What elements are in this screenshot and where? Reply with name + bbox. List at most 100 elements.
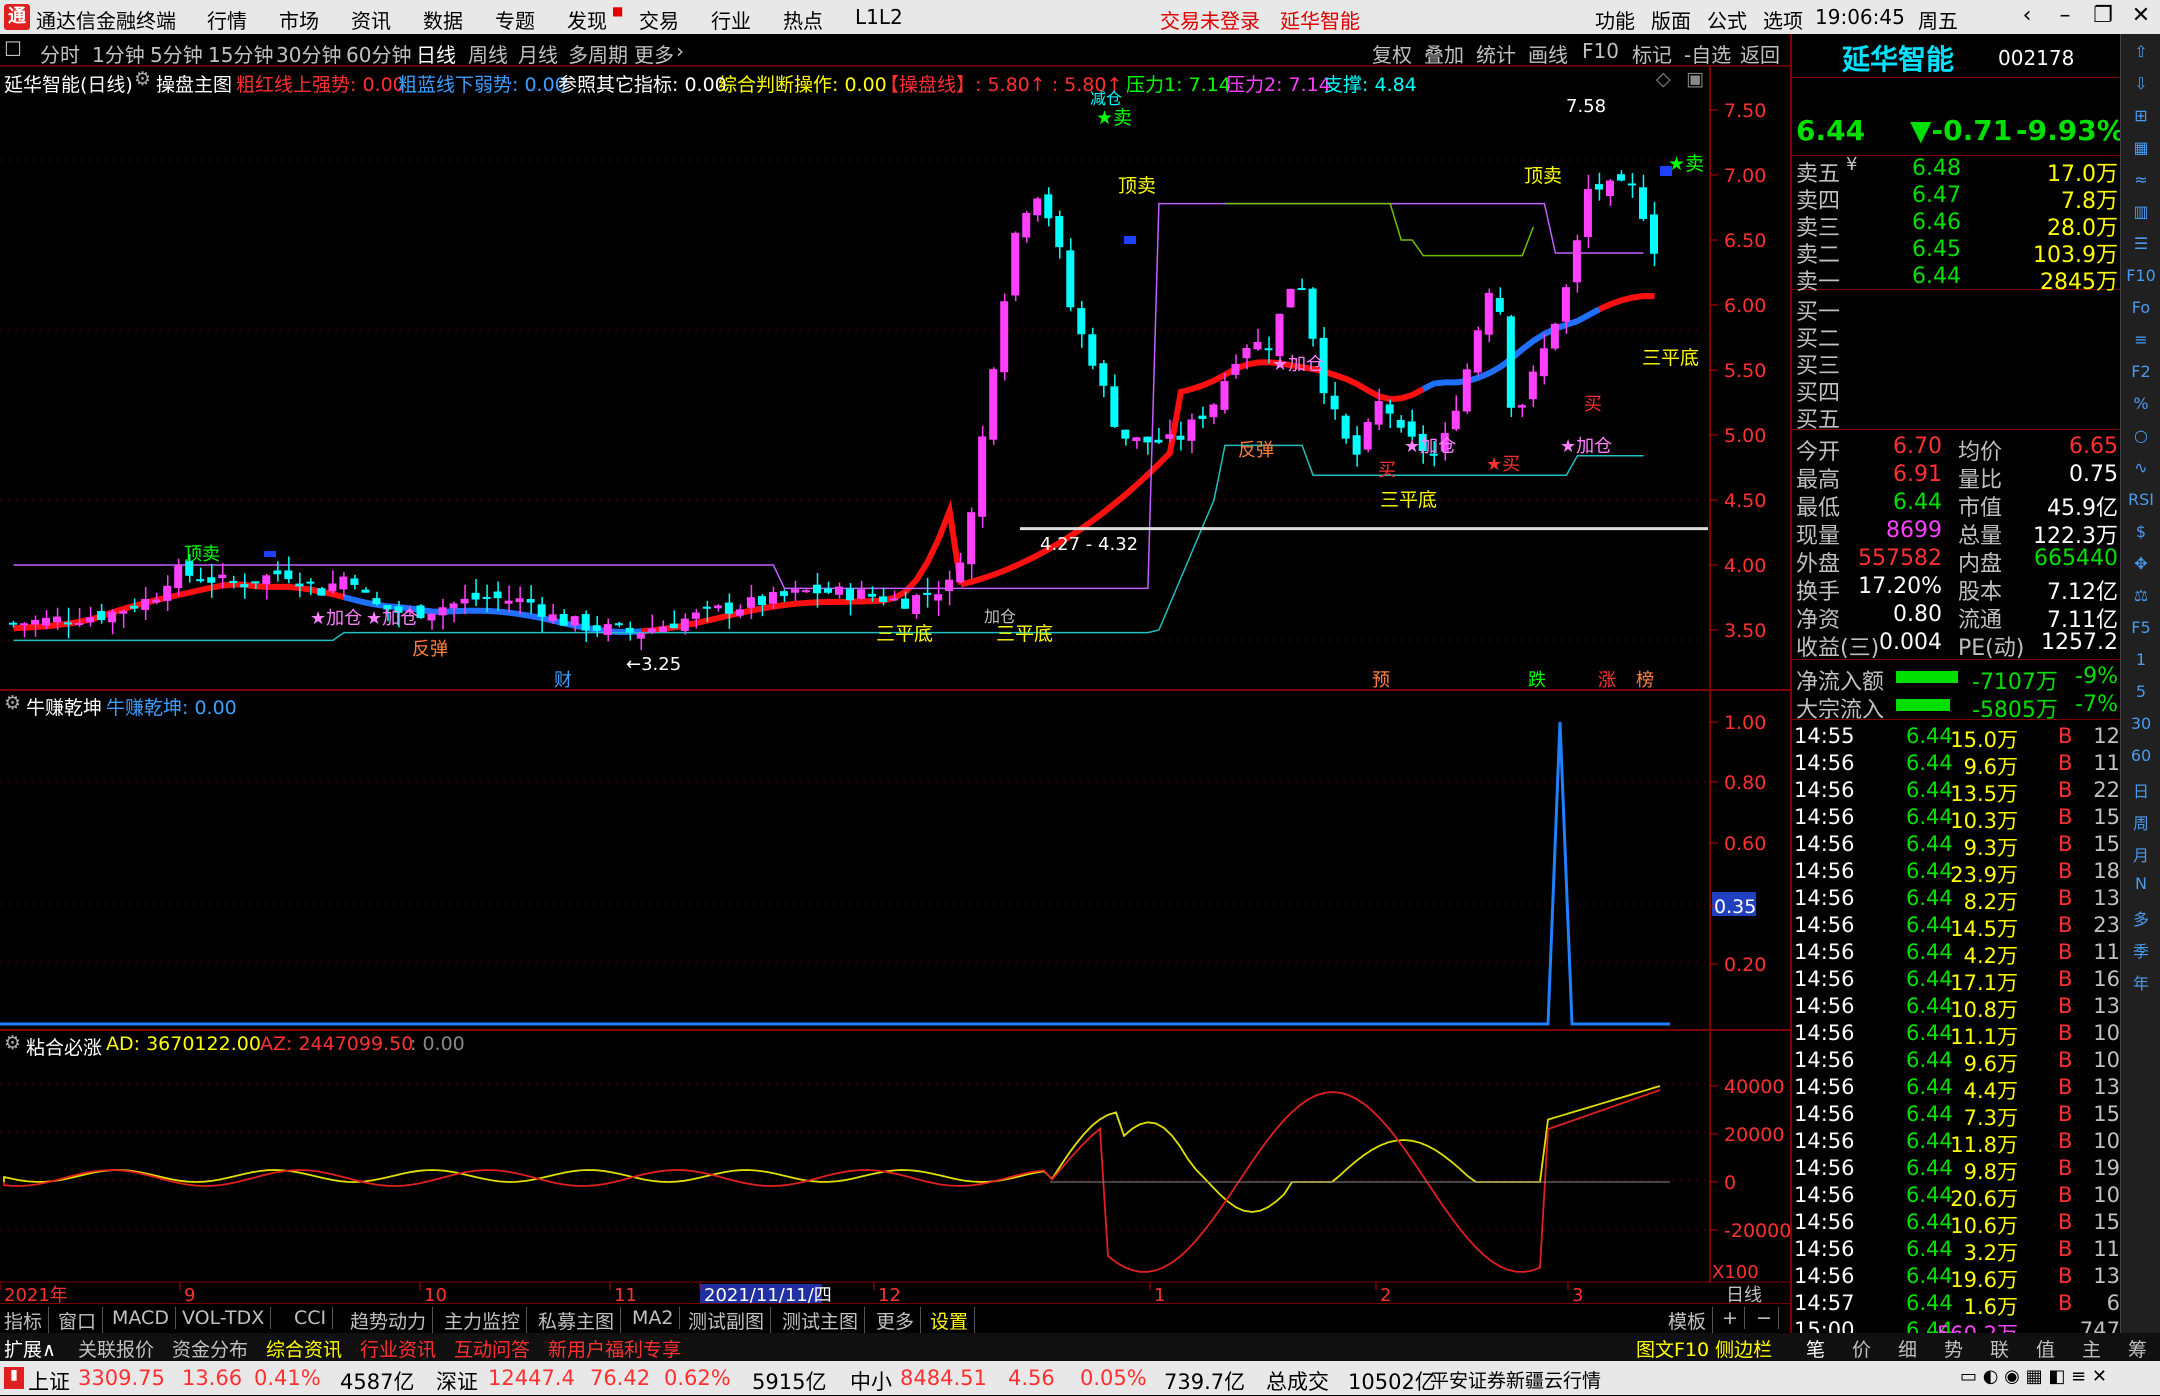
side-tool-icon[interactable]: $: [2126, 522, 2156, 548]
back-arrow-icon[interactable]: ‹: [2012, 3, 2042, 28]
side-tool-icon[interactable]: 60: [2126, 746, 2156, 772]
sub2-gear-icon[interactable]: ⚙: [4, 1032, 21, 1054]
stat-value: 0.75: [2069, 462, 2118, 487]
candle: [1220, 381, 1229, 410]
layout-button[interactable]: 模板: [1668, 1307, 1714, 1334]
side-tool-icon[interactable]: ∿: [2126, 458, 2156, 484]
side-tool-icon[interactable]: F10: [2126, 266, 2156, 292]
right-panel-tab[interactable]: 主: [2082, 1335, 2101, 1362]
maximize-icon[interactable]: ❐: [2088, 3, 2118, 28]
indicator-tab[interactable]: 窗口: [58, 1307, 104, 1334]
side-tool-icon[interactable]: 月: [2126, 842, 2156, 868]
side-tool-icon[interactable]: ≡: [2126, 330, 2156, 356]
side-tool-icon[interactable]: 周: [2126, 810, 2156, 836]
candle: [196, 579, 205, 582]
idx-sh-amt: 4587亿: [340, 1370, 415, 1394]
side-tool-icon[interactable]: N: [2126, 874, 2156, 900]
bounce-label: 反弹: [1238, 440, 1274, 461]
side-tool-icon[interactable]: 日: [2126, 778, 2156, 804]
side-tool-icon[interactable]: ☰: [2126, 234, 2156, 260]
status-tool-icons[interactable]: ▭ ◐ ◉ ▦ ◧ ≡ ✕: [1960, 1366, 2107, 1387]
tick-volume: 9.8万: [1963, 1160, 2018, 1184]
extension-tab[interactable]: 扩展∧: [4, 1335, 56, 1362]
candle: [306, 581, 315, 584]
side-tool-icon[interactable]: ≈: [2126, 170, 2156, 196]
right-panel-tab[interactable]: 联: [1990, 1335, 2009, 1362]
indicator-tab[interactable]: MACD: [112, 1307, 176, 1329]
side-tool-icon[interactable]: 季: [2126, 938, 2156, 964]
extension-tab[interactable]: 资金分布: [172, 1335, 248, 1362]
extension-tab[interactable]: 互动问答: [454, 1335, 530, 1362]
sub1-header: ⚙ 牛赚乾坤 牛赚乾坤: 0.00: [0, 692, 600, 720]
right-panel-tab[interactable]: 势: [1944, 1335, 1963, 1362]
extension-tab[interactable]: 新用户福利专享: [548, 1335, 681, 1362]
sub1-name[interactable]: 牛赚乾坤: [26, 693, 102, 720]
tick-count: 10: [2093, 1129, 2120, 1153]
layout-button[interactable]: −: [1756, 1307, 1779, 1329]
sub1-gear-icon[interactable]: ⚙: [4, 692, 21, 714]
candle: [890, 598, 899, 601]
side-tool-icon[interactable]: RSI: [2126, 490, 2156, 516]
indicator-tab[interactable]: 趋势动力: [350, 1307, 434, 1334]
extension-tab[interactable]: 关联报价: [78, 1335, 154, 1362]
price-tick: 3.50: [1724, 620, 1766, 642]
candle: [1143, 436, 1152, 443]
side-tool-icon[interactable]: 5: [2126, 682, 2156, 708]
indicator-tab[interactable]: CCI: [294, 1307, 334, 1329]
flow-label: 大宗流入: [1796, 698, 1885, 723]
candle: [1022, 212, 1031, 238]
side-tool-icon[interactable]: ○: [2126, 426, 2156, 452]
side-tool-icon[interactable]: ⇧: [2126, 42, 2156, 68]
side-tool-icon[interactable]: ⇩: [2126, 74, 2156, 100]
idx-sh-pct: 0.41%: [254, 1366, 321, 1390]
tick-count: 12: [2093, 724, 2120, 748]
side-tool-icon[interactable]: ✥: [2126, 554, 2156, 580]
indicator-tab[interactable]: 更多: [876, 1307, 922, 1334]
side-tool-icon[interactable]: ▦: [2126, 138, 2156, 164]
tick-count: 13: [2093, 1264, 2120, 1288]
layout-button[interactable]: +: [1722, 1307, 1745, 1329]
indicator-tab[interactable]: VOL-TDX: [182, 1307, 272, 1329]
tick-side: B: [2058, 724, 2073, 748]
indicator-tab[interactable]: 主力监控: [444, 1307, 528, 1334]
side-tool-icon[interactable]: ⚖: [2126, 586, 2156, 612]
sub1-tick: 1.00: [1724, 712, 1766, 734]
side-tool-icon[interactable]: 1: [2126, 650, 2156, 676]
tick-side: B: [2058, 1021, 2073, 1045]
side-tool-icon[interactable]: F5: [2126, 618, 2156, 644]
side-tool-icon[interactable]: F2: [2126, 362, 2156, 388]
side-tool-icon[interactable]: ⊞: [2126, 106, 2156, 132]
extension-tab[interactable]: 行业资讯: [360, 1335, 436, 1362]
candle: [1583, 188, 1592, 237]
right-panel-tab[interactable]: 笔: [1806, 1335, 1825, 1362]
tick-price: 6.44: [1906, 751, 1953, 775]
idx-sz-name[interactable]: 深证: [436, 1366, 478, 1396]
side-tool-icon[interactable]: 年: [2126, 970, 2156, 996]
right-panel-tab[interactable]: 价: [1852, 1335, 1871, 1362]
indicator-tab[interactable]: MA2: [632, 1307, 681, 1329]
chart-canvas[interactable]: 7.50 7.00 6.50 6.00 5.50 5.00 4.50 4.00 3.50 1.00…: [0, 0, 1790, 1303]
flow-bar: [1896, 671, 1958, 683]
close-icon[interactable]: ✕: [2126, 3, 2156, 28]
tick-list[interactable]: 14:55 6.44 15.0万 B 12 14:56 6.44 9.6万 B 11 14:56 6.…: [1792, 724, 2122, 1354]
candle: [1242, 348, 1251, 359]
tick-volume: 4.4万: [1963, 1079, 2018, 1103]
right-panel-tab[interactable]: 值: [2036, 1335, 2055, 1362]
minimize-icon[interactable]: –: [2050, 3, 2080, 28]
side-tool-icon[interactable]: 30: [2126, 714, 2156, 740]
extension-tab[interactable]: 综合资讯: [266, 1335, 342, 1362]
idx-zx-name[interactable]: 中小: [850, 1366, 892, 1396]
indicator-tab[interactable]: 指标: [4, 1307, 50, 1334]
right-panel-tab[interactable]: 筹: [2128, 1335, 2147, 1362]
right-panel-tab[interactable]: 细: [1898, 1335, 1917, 1362]
side-tool-icon[interactable]: ▥: [2126, 202, 2156, 228]
idx-sh-name[interactable]: 上证: [28, 1366, 70, 1396]
indicator-tab[interactable]: 测试副图: [688, 1307, 772, 1334]
side-tool-icon[interactable]: 多: [2126, 906, 2156, 932]
sub2-name[interactable]: 粘合必涨: [26, 1033, 102, 1060]
indicator-tab[interactable]: 测试主图: [782, 1307, 866, 1334]
indicator-tab[interactable]: 设置: [930, 1307, 976, 1334]
side-tool-icon[interactable]: Fo: [2126, 298, 2156, 324]
side-tool-icon[interactable]: %: [2126, 394, 2156, 420]
indicator-tab[interactable]: 私募主图: [538, 1307, 622, 1334]
